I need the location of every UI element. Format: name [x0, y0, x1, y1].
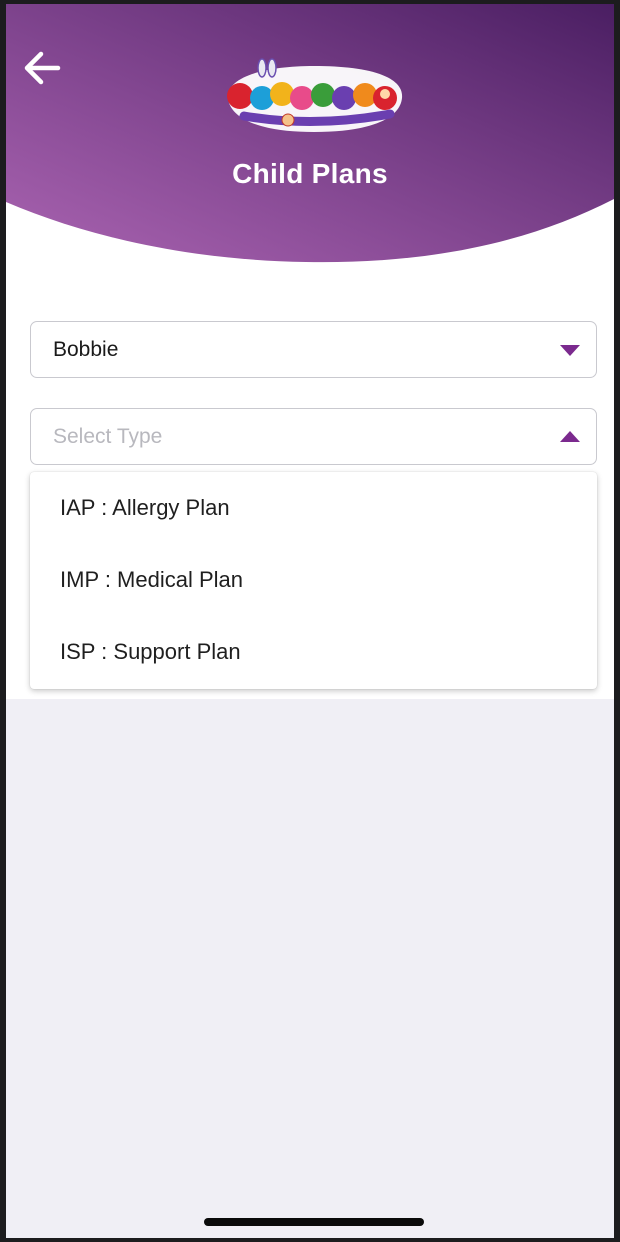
chevron-up-icon: [560, 430, 580, 442]
back-button[interactable]: [18, 44, 66, 92]
type-select-placeholder: Select Type: [53, 424, 163, 448]
header-background: [6, 4, 614, 263]
lullaboo-logo: [227, 58, 403, 132]
type-select[interactable]: Select Type: [30, 408, 597, 465]
option-allergy-plan[interactable]: IAP : Allergy Plan: [30, 472, 597, 544]
child-select-value: Bobbie: [53, 337, 119, 361]
option-medical-plan[interactable]: IMP : Medical Plan: [30, 544, 597, 616]
chevron-down-icon: [560, 344, 580, 356]
option-support-plan[interactable]: ISP : Support Plan: [30, 616, 597, 688]
back-arrow-icon: [24, 51, 61, 85]
app-screen: Child Plans Bobbie Select Type IAP : All…: [6, 4, 614, 1238]
page-title: Child Plans: [232, 158, 388, 189]
home-indicator: [204, 1218, 424, 1226]
child-select[interactable]: Bobbie: [30, 321, 597, 378]
type-dropdown-menu: IAP : Allergy Plan IMP : Medical Plan IS…: [30, 472, 597, 689]
